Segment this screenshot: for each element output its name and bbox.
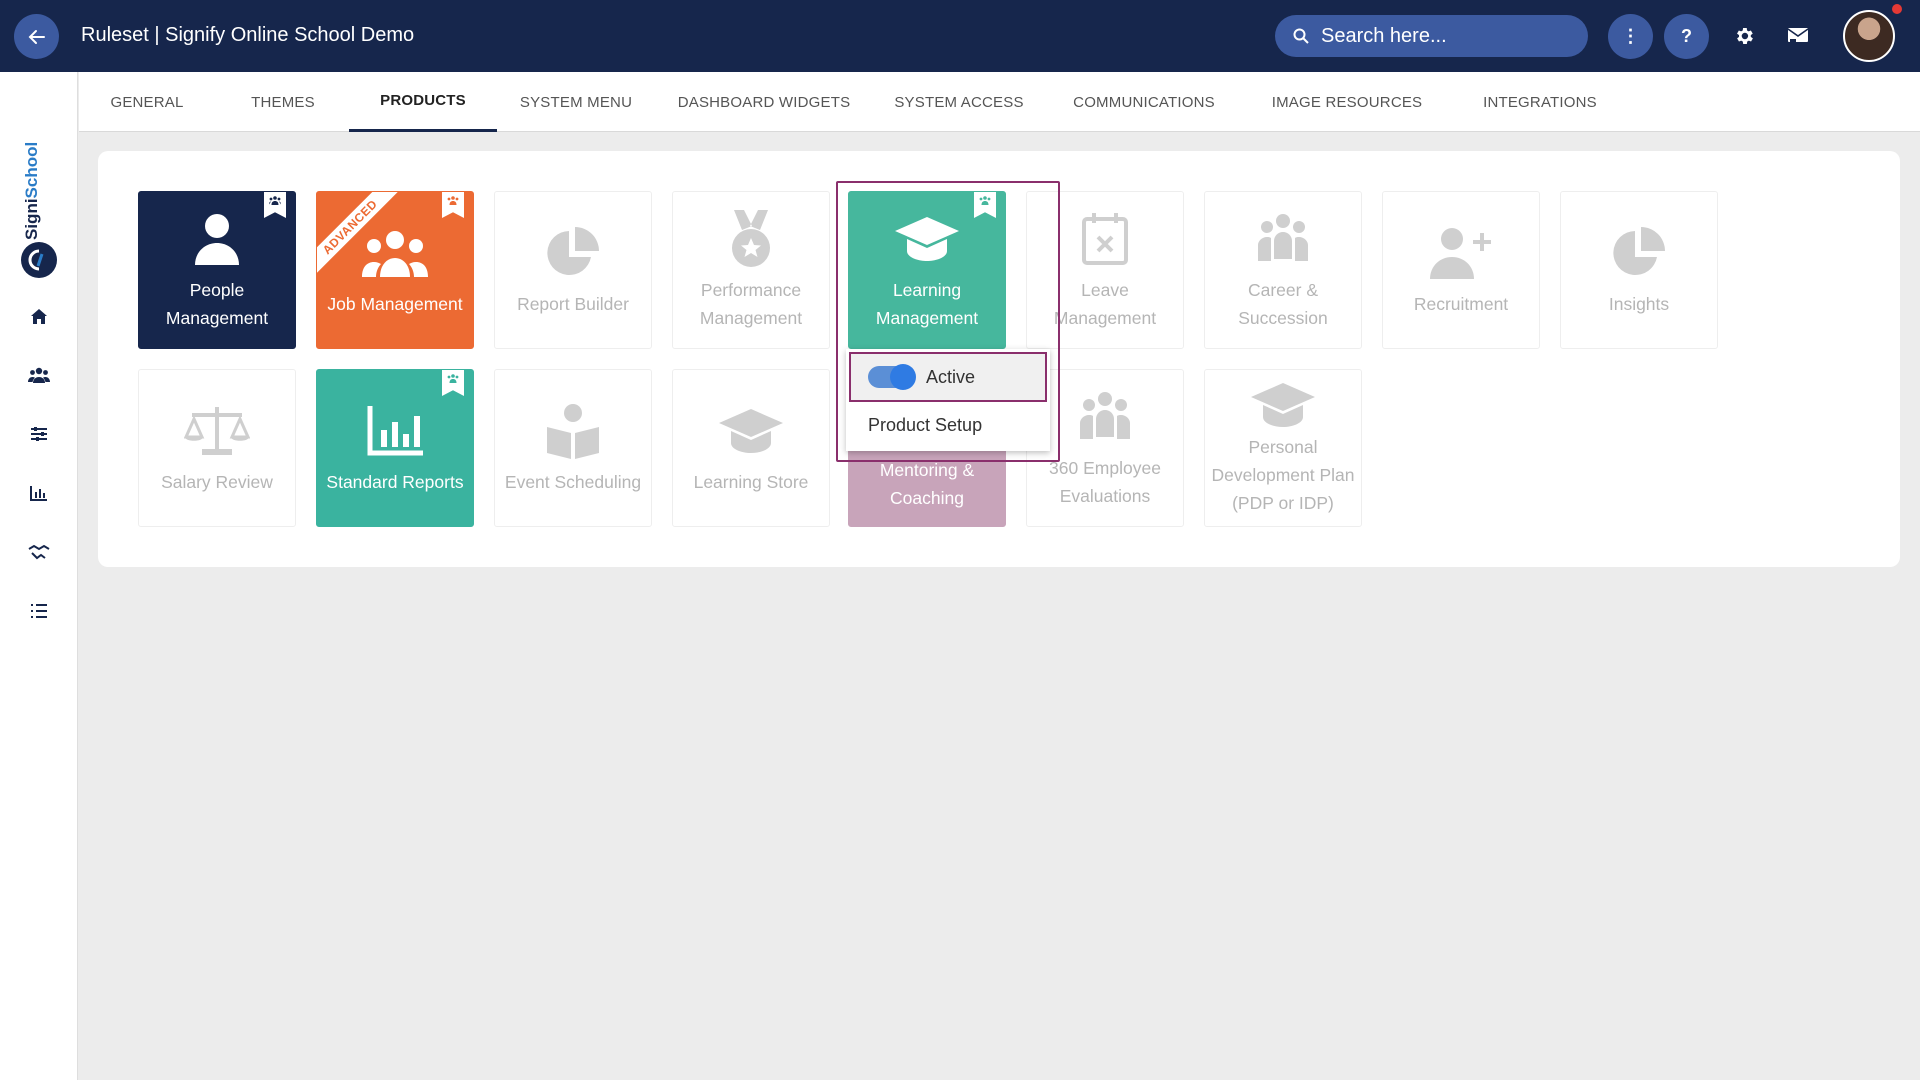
tile-label: Mentoring & Coaching [879,460,975,508]
back-button[interactable] [14,14,59,59]
graduation-cap-icon [1251,379,1315,431]
logo-text: SigniSchool [22,142,42,240]
search-box[interactable] [1275,15,1588,57]
more-options-button[interactable]: ⋮ [1608,14,1653,59]
tile-label: Personal Development Plan (PDP or IDP) [1211,437,1355,513]
tile-label: 360 Employee Evaluations [1049,458,1161,506]
graduation-cap-icon [895,208,959,270]
product-context-menu: Active Product Setup [846,349,1050,451]
product-career-succession[interactable]: Career & Succession [1204,191,1362,349]
messages-button[interactable] [1782,20,1814,52]
tile-label: Report Builder [517,294,629,314]
group-badge-icon [264,192,286,218]
tile-label: Learning Management [875,280,979,328]
sidebar: SigniSchool [0,72,78,1080]
product-personal-development-plan[interactable]: Personal Development Plan (PDP or IDP) [1204,369,1362,527]
sidebar-item-partners[interactable] [24,537,54,567]
bar-chart-icon [367,400,423,462]
sliders-icon [31,427,47,441]
product-event-scheduling[interactable]: Event Scheduling [494,369,652,527]
product-recruitment[interactable]: Recruitment [1382,191,1540,349]
active-label: Active [926,366,976,387]
list-icon [31,604,47,618]
tab-communications[interactable]: COMMUNICATIONS [1045,72,1243,132]
bar-chart-icon [30,486,47,501]
team-icon [360,222,430,284]
gear-icon [1737,28,1753,44]
group-badge-icon [974,192,996,218]
logo-mark-icon [21,242,57,278]
tile-label: Insights [1608,294,1670,314]
tab-image-resources[interactable]: IMAGE RESOURCES [1243,72,1451,132]
top-bar: Ruleset | Signify Online School Demo ⋮ ? [0,0,1920,72]
tile-label: Event Scheduling [504,472,642,492]
tile-label: Standard Reports [326,472,464,492]
avatar[interactable] [1843,10,1895,62]
logo-brand-school: School [22,141,41,199]
tab-system-menu[interactable]: SYSTEM MENU [497,72,655,132]
brand-logo: SigniSchool [0,102,78,322]
active-toggle-item[interactable]: Active [849,352,1047,402]
tab-products[interactable]: PRODUCTS [349,72,497,132]
help-icon: ? [1681,26,1692,46]
product-standard-reports[interactable]: Standard Reports [316,369,474,527]
product-learning-store[interactable]: Learning Store [672,369,830,527]
add-user-icon [1430,222,1492,284]
sidebar-item-home[interactable] [24,301,54,331]
tile-label: People Management [165,280,269,328]
active-toggle-switch[interactable] [868,364,916,390]
product-report-builder[interactable]: Report Builder [494,191,652,349]
settings-button[interactable] [1728,20,1760,52]
mail-chat-icon [1787,28,1809,44]
tile-label: Career & Succession [1238,280,1328,328]
product-people-management[interactable]: People Management [138,191,296,349]
tile-label: Learning Store [693,472,809,492]
help-button[interactable]: ? [1664,14,1709,59]
logo-brand: Signi [22,198,41,240]
sidebar-item-reports[interactable] [24,478,54,508]
tab-themes[interactable]: THEMES [215,72,351,132]
sidebar-item-people[interactable] [24,360,54,390]
tile-label: Job Management [327,294,463,314]
product-learning-management[interactable]: Learning Management [848,191,1006,349]
people-icon [28,367,50,383]
graduation-cap-icon [719,400,783,462]
product-insights[interactable]: Insights [1560,191,1718,349]
more-vertical-icon: ⋮ [1621,26,1640,46]
reader-icon [545,400,601,462]
tile-label: Performance Management [699,280,803,328]
person-icon [193,208,241,270]
medal-icon [728,208,774,270]
notification-dot [1892,4,1902,14]
group-badge-icon [442,192,464,218]
calendar-x-icon [1082,208,1128,270]
tab-general[interactable]: GENERAL [79,72,215,132]
tab-dashboard-widgets[interactable]: DASHBOARD WIDGETS [655,72,873,132]
scales-icon [184,400,250,462]
sidebar-item-settings[interactable] [24,419,54,449]
tab-system-access[interactable]: SYSTEM ACCESS [873,72,1045,132]
group-icon [1074,386,1136,448]
search-input[interactable] [1321,24,1561,48]
handshake-icon [28,544,50,560]
group-icon [1252,208,1314,270]
group-badge-icon [442,370,464,396]
product-job-management[interactable]: ADVANCED Job Management [316,191,474,349]
page-title: Ruleset | Signify Online School Demo [81,24,415,46]
tile-label: Recruitment [1413,294,1509,314]
tile-label: Salary Review [161,472,273,492]
pie-chart-icon [545,222,601,284]
product-setup-item[interactable]: Product Setup [868,415,982,436]
arrow-left-icon [28,29,45,44]
product-performance-management[interactable]: Performance Management [672,191,830,349]
product-leave-management[interactable]: Leave Management [1026,191,1184,349]
search-icon [1293,28,1309,44]
pie-chart-icon [1611,222,1667,284]
settings-tabs: GENERAL THEMES PRODUCTS SYSTEM MENU DASH… [79,72,1920,132]
tile-label: Leave Management [1053,280,1157,328]
home-icon [31,308,47,324]
sidebar-item-lists[interactable] [24,596,54,626]
product-salary-review[interactable]: Salary Review [138,369,296,527]
tab-integrations[interactable]: INTEGRATIONS [1451,72,1629,132]
